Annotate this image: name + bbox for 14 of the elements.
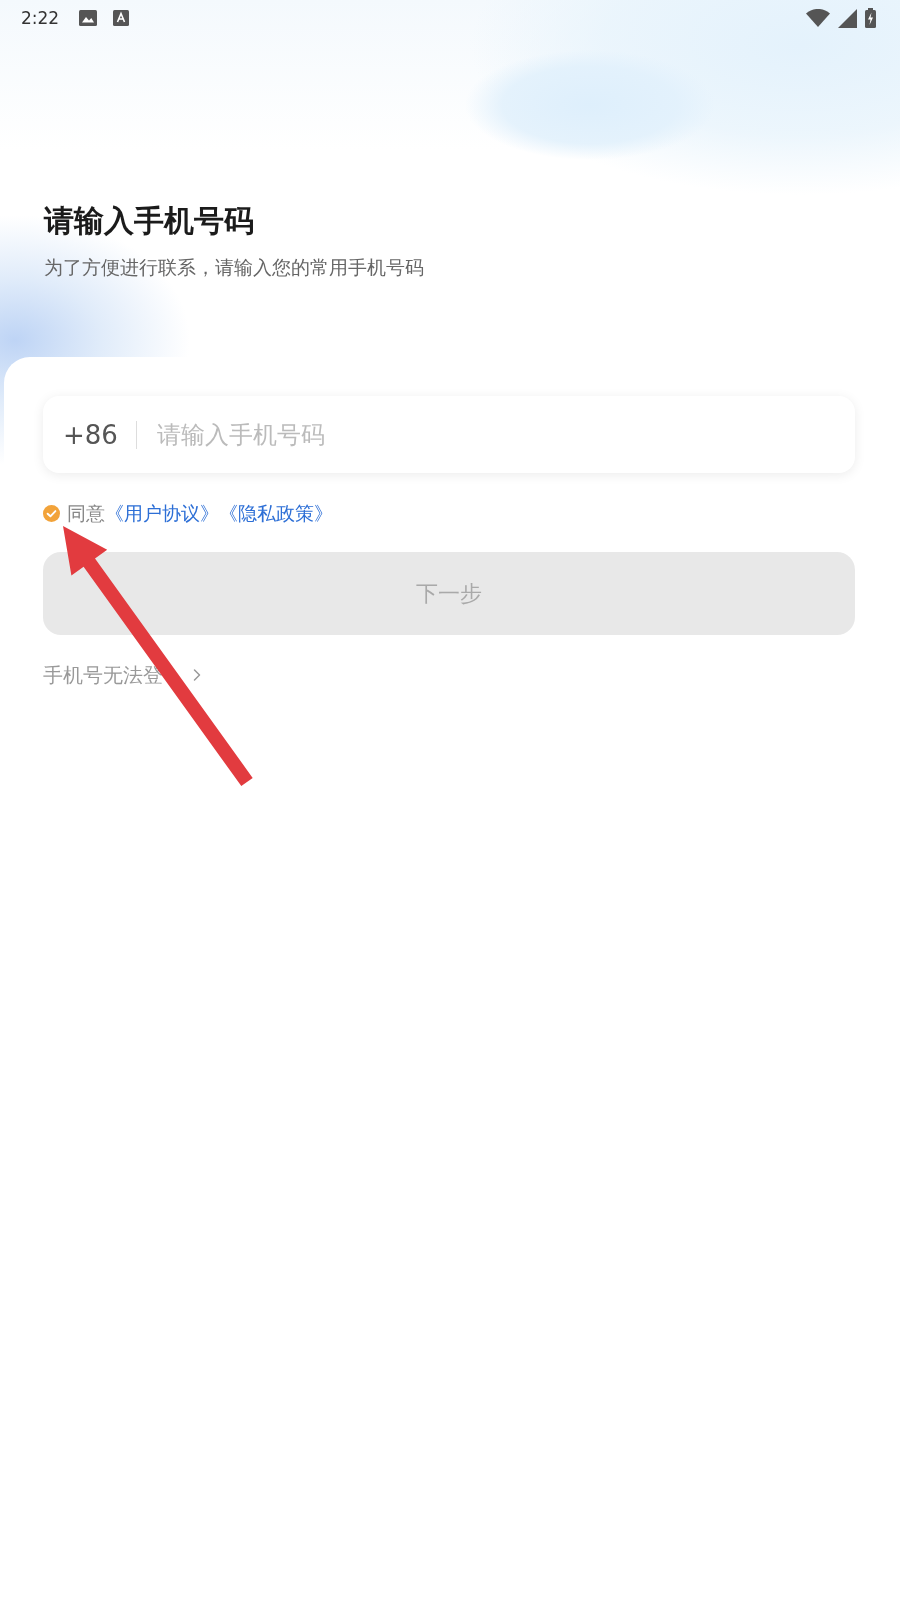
checkbox-icon[interactable] xyxy=(43,504,60,522)
text-icon xyxy=(113,10,130,26)
agree-label: 同意 xyxy=(67,501,105,525)
phone-input-field[interactable]: +86 请输入手机号码 xyxy=(43,396,855,473)
status-time: 2:22 xyxy=(21,8,60,28)
policy-link[interactable]: 《用户协议》 xyxy=(105,501,219,525)
country-code[interactable]: +86 xyxy=(63,419,118,450)
battery-icon xyxy=(865,8,876,28)
page-title: 请输入手机号码 xyxy=(44,203,254,239)
image-icon xyxy=(79,10,98,26)
signal-icon xyxy=(838,8,857,28)
policy-link[interactable]: 《隐私政策》 xyxy=(219,501,333,525)
page-subtitle: 为了方便进行联系，请输入您的常用手机号码 xyxy=(44,255,424,280)
wifi-icon xyxy=(806,9,830,27)
